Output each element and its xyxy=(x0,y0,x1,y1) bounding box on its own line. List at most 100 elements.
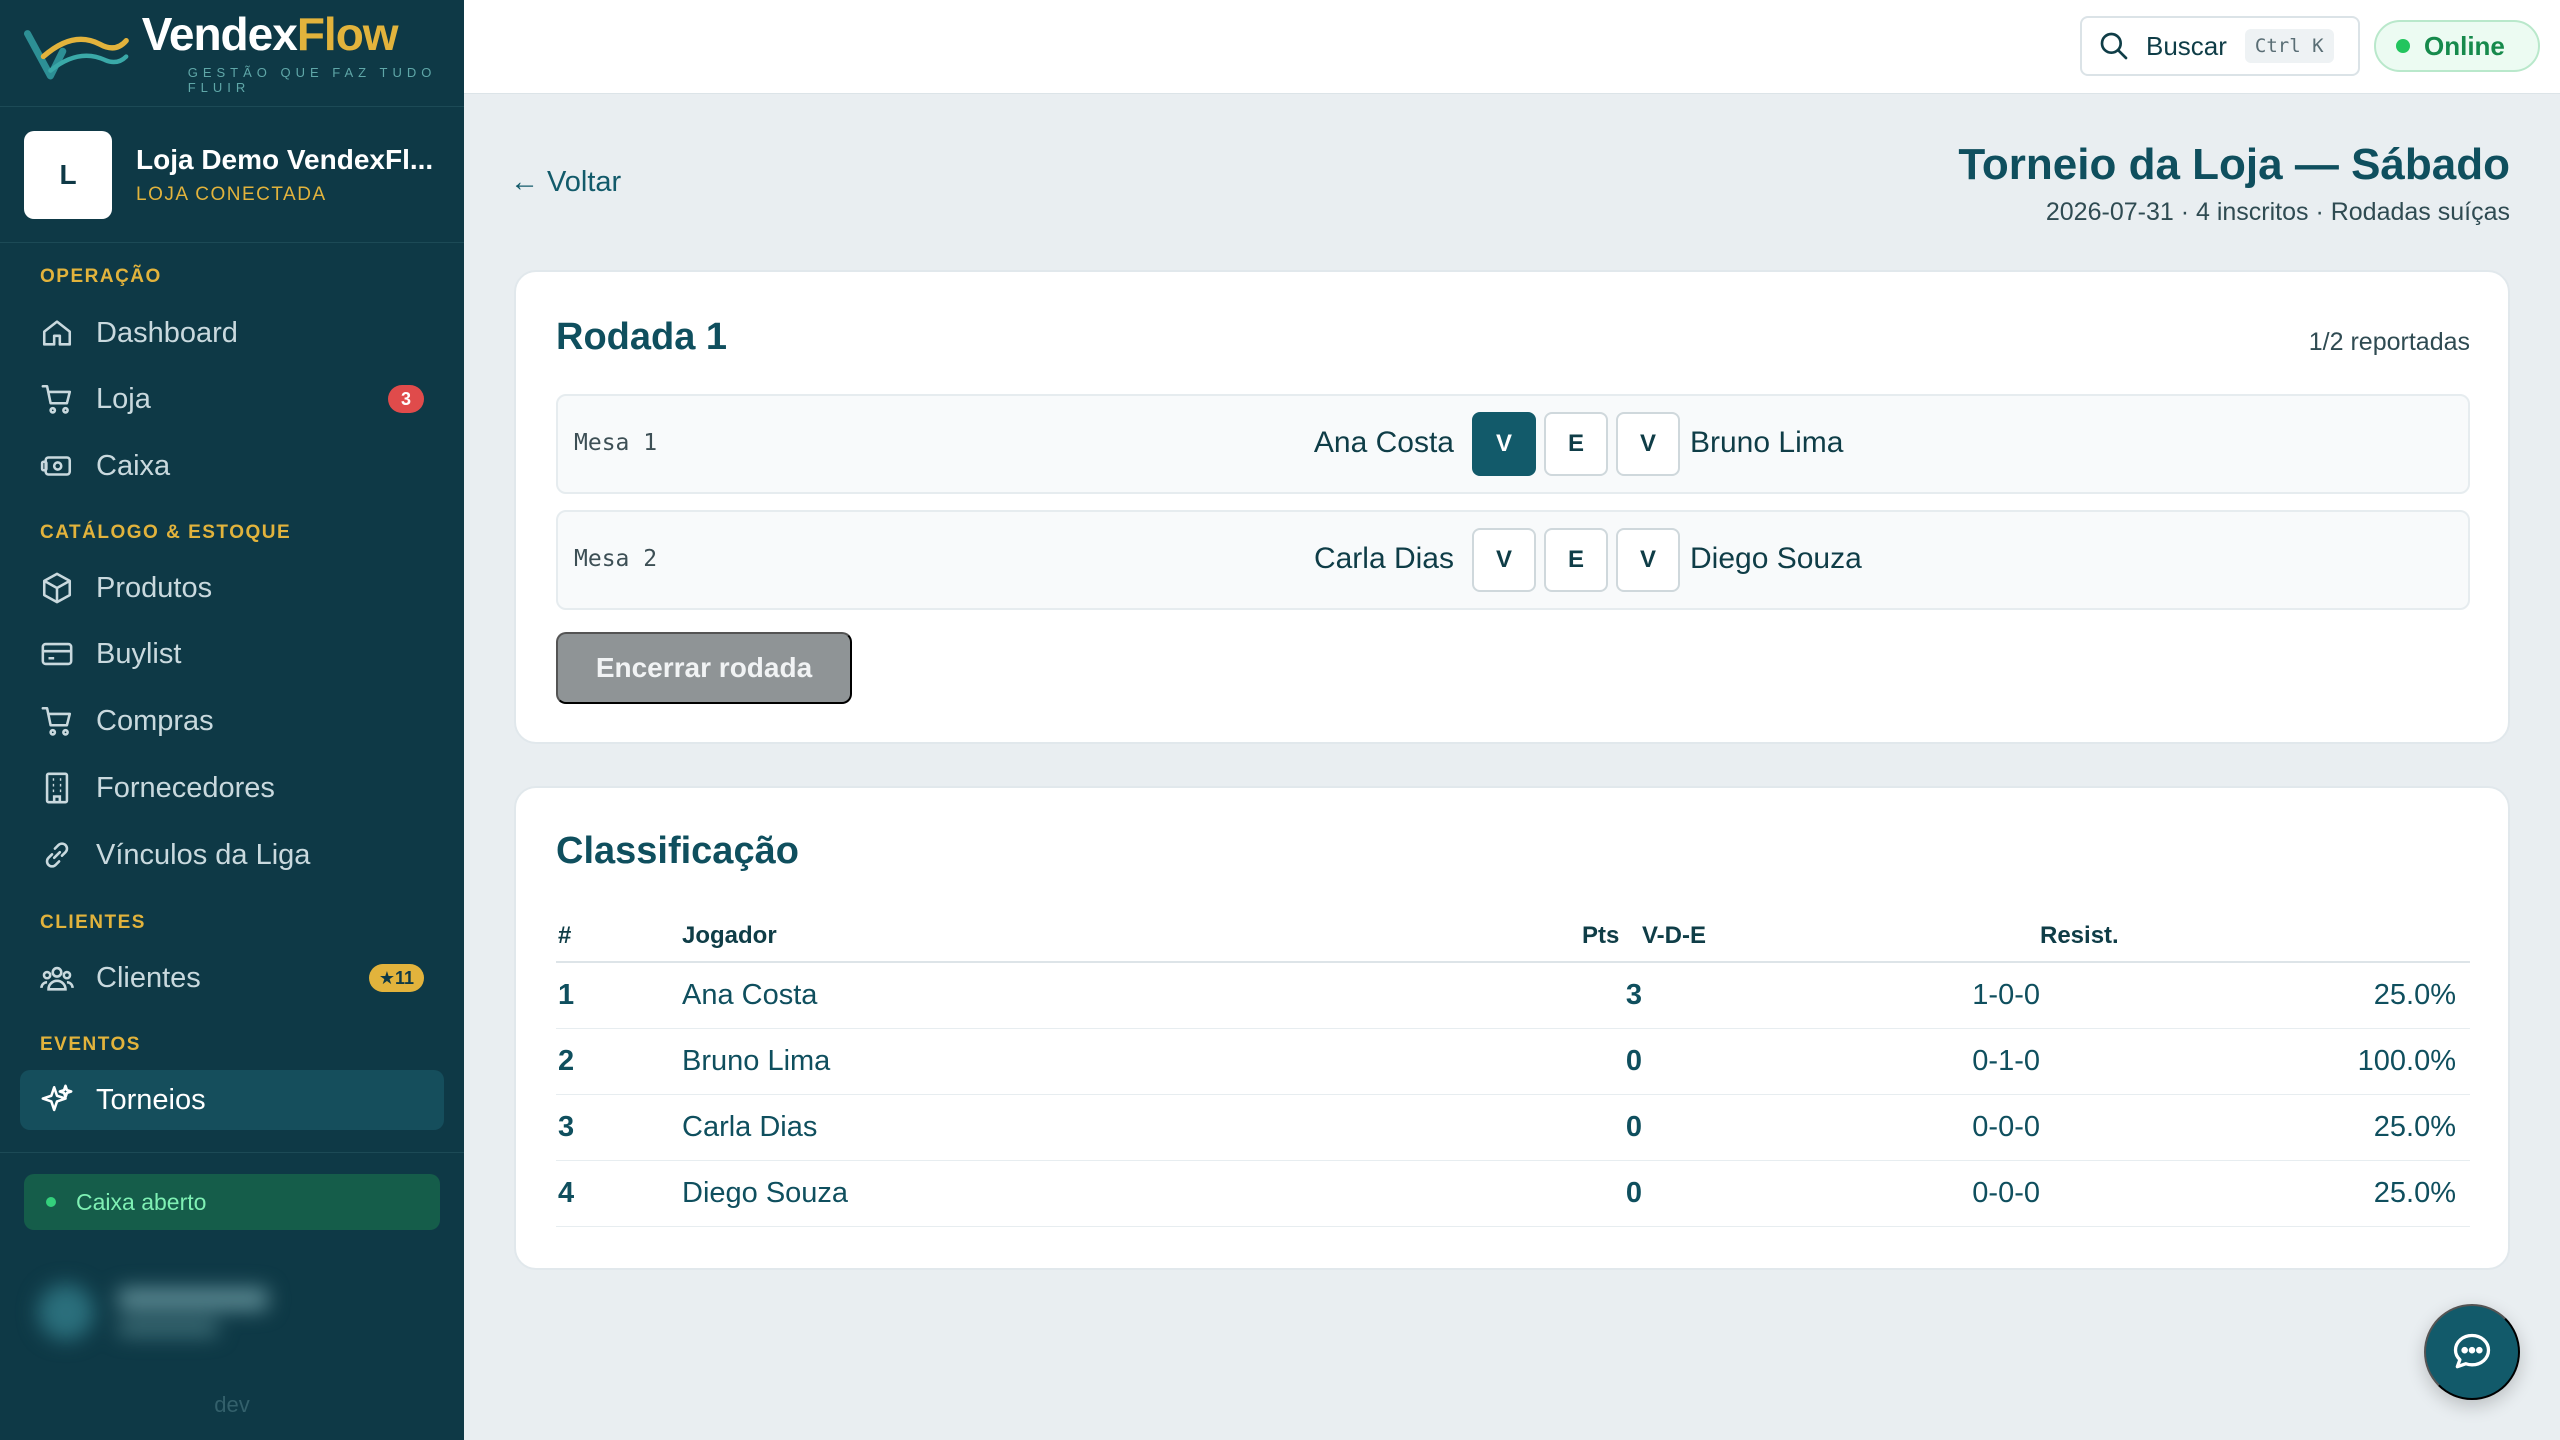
player2-win-button[interactable]: V xyxy=(1616,528,1680,592)
match-player2: Diego Souza xyxy=(1690,542,1862,575)
sidebar-item-label: Produtos xyxy=(96,571,213,604)
sidebar-item-caixa[interactable]: Caixa xyxy=(20,436,444,496)
sidebar-item-label: Clientes xyxy=(96,961,201,994)
card-icon xyxy=(41,642,73,666)
rank-cell: 3 xyxy=(556,1094,682,1161)
draw-button[interactable]: E xyxy=(1544,412,1608,476)
sidebar-item-produtos[interactable]: Produtos xyxy=(20,558,444,618)
sidebar-item-label: Loja xyxy=(96,382,151,415)
resistance-cell: 25.0% xyxy=(2040,1160,2470,1227)
player-cell: Ana Costa xyxy=(682,962,1582,1029)
search-shortcut: Ctrl K xyxy=(2244,29,2334,63)
sidebar-item-label: Vínculos da Liga xyxy=(96,838,311,871)
user-role-redacted xyxy=(118,1320,218,1336)
record-cell: 0-1-0 xyxy=(1642,1028,2040,1095)
cash-register-icon xyxy=(40,456,72,476)
avatar xyxy=(38,1284,94,1340)
match-player1: Ana Costa xyxy=(1313,426,1454,459)
brand-tagline: GESTÃO QUE FAZ TUDO FLUIR xyxy=(187,65,437,95)
sidebar-item-label: Torneios xyxy=(96,1083,206,1116)
nav-section-catalogo: CATÁLOGO & ESTOQUE xyxy=(40,522,292,543)
sidebar-item-fornecedores[interactable]: Fornecedores xyxy=(20,758,444,818)
cash-status-dot xyxy=(46,1197,56,1207)
draw-button[interactable]: E xyxy=(1544,528,1608,592)
player2-win-button[interactable]: V xyxy=(1616,412,1680,476)
box-icon xyxy=(42,572,72,604)
sidebar-item-clientes[interactable]: Clientes ★11 xyxy=(20,948,444,1008)
connection-status-badge: Online xyxy=(2374,20,2540,72)
user-name-redacted xyxy=(118,1288,268,1310)
store-avatar: L xyxy=(24,130,112,219)
store-switcher[interactable]: L Loja Demo VendexFl... LOJA CONECTADA xyxy=(0,107,464,243)
users-icon xyxy=(40,966,74,991)
column-header-player: Jogador xyxy=(682,910,1582,963)
sparkles-icon xyxy=(41,1084,73,1112)
nav-section-clientes: CLIENTES xyxy=(40,912,146,933)
table-row: 1 Ana Costa 3 1-0-0 25.0% xyxy=(556,962,2470,1029)
sidebar-item-label: Dashboard xyxy=(96,316,238,349)
rank-cell: 2 xyxy=(556,1028,682,1095)
sidebar-item-compras[interactable]: Compras xyxy=(20,691,444,751)
player1-win-button[interactable]: V xyxy=(1472,528,1536,592)
sidebar-item-buylist[interactable]: Buylist xyxy=(20,624,444,684)
vendexflow-logo-icon xyxy=(24,30,129,80)
clientes-loyalty-badge: ★11 xyxy=(368,964,424,992)
points-cell: 0 xyxy=(1582,1094,1642,1161)
record-cell: 0-0-0 xyxy=(1642,1094,2040,1161)
points-cell: 0 xyxy=(1582,1028,1642,1095)
sidebar-item-vinculos[interactable]: Vínculos da Liga xyxy=(20,825,444,885)
column-header-pts: Pts xyxy=(1582,910,1642,963)
table-row: 2 Bruno Lima 0 0-1-0 100.0% xyxy=(556,1028,2470,1095)
standings-card: Classificação # Jogador Pts V-D-E Resist… xyxy=(514,786,2510,1270)
table-row: 4 Diego Souza 0 0-0-0 25.0% xyxy=(556,1160,2470,1227)
cash-status-label: Caixa aberto xyxy=(76,1188,207,1215)
resistance-cell: 25.0% xyxy=(2040,962,2470,1029)
store-status: LOJA CONECTADA xyxy=(136,183,327,205)
rank-cell: 1 xyxy=(556,962,682,1029)
sidebar-item-label: Fornecedores xyxy=(96,771,275,804)
cart-icon xyxy=(41,706,72,736)
nav-section-eventos: EVENTOS xyxy=(40,1034,141,1055)
round-title: Rodada 1 xyxy=(556,316,728,358)
sidebar-item-label: Compras xyxy=(96,704,214,737)
match-table-label: Mesa 2 xyxy=(574,546,658,572)
match-player2: Bruno Lima xyxy=(1690,426,1844,459)
brand-name: VendexFlow xyxy=(141,8,399,60)
record-cell: 1-0-0 xyxy=(1642,962,2040,1029)
building-icon xyxy=(45,772,69,804)
chat-button[interactable] xyxy=(2424,1304,2520,1400)
cart-icon xyxy=(41,384,72,414)
sidebar: VendexFlow GESTÃO QUE FAZ TUDO FLUIR L L… xyxy=(0,0,464,1440)
sidebar-divider xyxy=(0,1152,464,1153)
brand[interactable]: VendexFlow GESTÃO QUE FAZ TUDO FLUIR xyxy=(0,0,464,107)
sidebar-item-dashboard[interactable]: Dashboard xyxy=(20,303,444,363)
sidebar-item-label: Caixa xyxy=(96,449,171,482)
home-icon xyxy=(42,320,72,346)
cash-status[interactable]: Caixa aberto xyxy=(24,1174,440,1230)
page-subtitle: 2026-07-31 · 4 inscritos · Rodadas suíça… xyxy=(2045,198,2510,226)
round-card: Rodada 1 1/2 reportadas Mesa 1 Ana Costa… xyxy=(514,270,2510,744)
record-cell: 0-0-0 xyxy=(1642,1160,2040,1227)
page-title: Torneio da Loja — Sábado xyxy=(1958,140,2510,189)
sidebar-item-loja[interactable]: Loja 3 xyxy=(20,369,444,429)
online-dot xyxy=(2396,39,2410,53)
sidebar-item-torneios[interactable]: Torneios xyxy=(20,1070,444,1130)
user-profile[interactable] xyxy=(28,1270,428,1350)
search-button[interactable]: Buscar Ctrl K xyxy=(2080,16,2360,76)
match-table-label: Mesa 1 xyxy=(574,430,658,456)
match-row: Mesa 1 Ana Costa V E V Bruno Lima xyxy=(556,394,2470,494)
reported-count: 1/2 reportadas xyxy=(2308,328,2470,356)
standings-table: # Jogador Pts V-D-E Resist. 1 Ana Costa … xyxy=(556,910,2470,1227)
column-header-vde: V-D-E xyxy=(1642,910,2040,963)
player-cell: Carla Dias xyxy=(682,1094,1582,1161)
search-label: Buscar xyxy=(2146,30,2227,61)
link-icon xyxy=(45,842,69,868)
match-row: Mesa 2 Carla Dias V E V Diego Souza xyxy=(556,510,2470,610)
sidebar-item-label: Buylist xyxy=(96,637,182,670)
column-header-rank: # xyxy=(556,910,682,963)
player-cell: Bruno Lima xyxy=(682,1028,1582,1095)
player1-win-button[interactable]: V xyxy=(1472,412,1536,476)
end-round-button[interactable]: Encerrar rodada xyxy=(556,632,852,704)
back-link[interactable]: ← Voltar xyxy=(510,166,621,199)
resistance-cell: 25.0% xyxy=(2040,1094,2470,1161)
